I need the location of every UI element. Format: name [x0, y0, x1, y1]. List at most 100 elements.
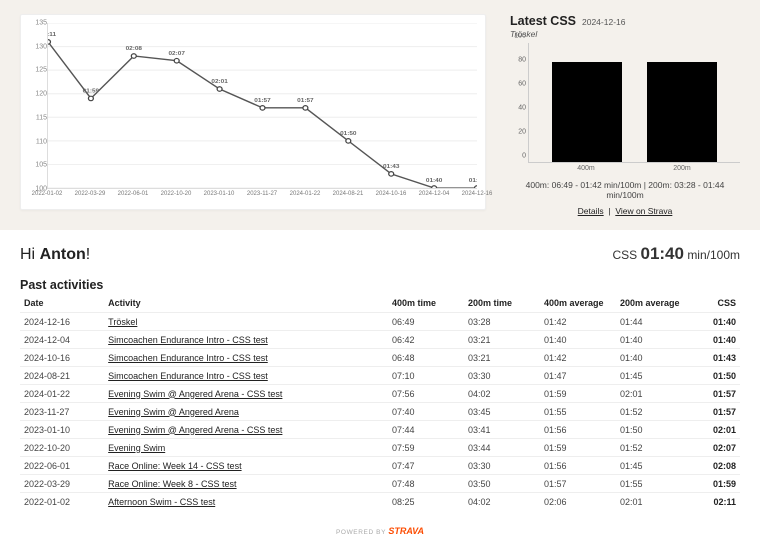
svg-text:02:01: 02:01 [211, 78, 228, 85]
cell-date: 2024-08-21 [20, 367, 104, 385]
cell-date: 2024-12-04 [20, 331, 104, 349]
cell-date: 2023-01-10 [20, 421, 104, 439]
cell-activity: Evening Swim @ Angered Arena [104, 403, 388, 421]
cell-css: 01:43 [692, 349, 740, 367]
past-activities-heading: Past activities [20, 278, 740, 292]
footer: POWERED BY STRAVA [0, 526, 760, 536]
cell-activity: Tröskel [104, 313, 388, 331]
barchart-ytick: 40 [518, 105, 526, 112]
main-content: Hi Anton! CSS 01:40 min/100m Past activi… [0, 230, 760, 518]
greeting-name: Anton [40, 246, 86, 263]
css-value: 01:40 [640, 244, 683, 263]
cell-css: 01:59 [692, 475, 740, 493]
cell-css: 01:57 [692, 385, 740, 403]
bar-label-400m: 400m [577, 165, 595, 172]
linechart-x-axis: 2022-01-022022-03-292022-06-012022-10-20… [47, 191, 477, 205]
latest-css-subtitle: Tröskel [510, 29, 740, 39]
activity-link[interactable]: Simcoachen Endurance Intro - CSS test [108, 371, 268, 381]
css-label-post: min/100m [687, 248, 740, 262]
barchart-plot [528, 43, 740, 163]
current-css: CSS 01:40 min/100m [612, 244, 740, 264]
svg-text:01:57: 01:57 [254, 97, 271, 104]
linechart-ytick: 110 [36, 138, 47, 145]
table-row: 2024-12-16Tröskel06:4903:2801:4201:4401:… [20, 313, 740, 331]
table-row: 2022-10-20Evening Swim07:5903:4401:5901:… [20, 439, 740, 457]
cell-400m-time: 06:48 [388, 349, 464, 367]
cell-200m-time: 03:41 [464, 421, 540, 439]
cell-200m-time: 03:30 [464, 367, 540, 385]
cell-400m-avg: 01:42 [540, 313, 616, 331]
table-row: 2024-08-21 Simcoachen Endurance Intro - C… [20, 367, 740, 385]
cell-200m-time: 03:45 [464, 403, 540, 421]
greeting: Hi Anton! [20, 246, 90, 264]
cell-css: 01:40 [692, 313, 740, 331]
barchart-ytick: 80 [518, 57, 526, 64]
table-header: 400m average [540, 294, 616, 313]
activity-link[interactable]: Simcoachen Endurance Intro - CSS test [108, 335, 268, 345]
cell-400m-avg: 01:59 [540, 385, 616, 403]
cell-200m-avg: 01:44 [616, 313, 692, 331]
activity-link[interactable]: Evening Swim @ Angered Arena [108, 407, 239, 417]
table-header: Activity [104, 294, 388, 313]
linechart-xtick: 2024-12-16 [462, 191, 493, 197]
barchart-ytick: 100 [514, 33, 526, 40]
activity-link[interactable]: Evening Swim [108, 443, 165, 453]
table-header: CSS [692, 294, 740, 313]
svg-text:01:59: 01:59 [83, 88, 100, 95]
table-header: 400m time [388, 294, 464, 313]
bar-label-200m: 200m [673, 165, 691, 172]
activity-link[interactable]: Simcoachen Endurance Intro - CSS test [108, 353, 268, 363]
linechart-y-axis: 100105110115120125130135 [27, 23, 47, 189]
cell-activity: Evening Swim @ Angered Arena - CSS test [104, 385, 388, 403]
barchart-ytick: 0 [522, 153, 526, 160]
table-row: 2024-12-04 Simcoachen Endurance Intro - C… [20, 331, 740, 349]
cell-400m-avg: 01:59 [540, 439, 616, 457]
greeting-hi: Hi [20, 246, 35, 263]
cell-date: 2022-03-29 [20, 475, 104, 493]
activity-link[interactable]: Evening Swim @ Angered Arena - CSS test [108, 389, 282, 399]
linechart-ytick: 135 [35, 20, 47, 27]
table-row: 2023-01-10 Evening Swim @ Angered Arena -… [20, 421, 740, 439]
cell-date: 2023-11-27 [20, 403, 104, 421]
linechart-xtick: 2024-12-04 [419, 191, 450, 197]
cell-400m-time: 07:59 [388, 439, 464, 457]
cell-400m-avg: 01:56 [540, 457, 616, 475]
details-link[interactable]: Details [578, 206, 604, 216]
cell-200m-time: 04:02 [464, 493, 540, 511]
linechart-ytick: 115 [36, 114, 47, 121]
cell-css: 01:40 [692, 331, 740, 349]
latest-css-heading: Latest CSS [510, 14, 576, 28]
cell-date: 2022-06-01 [20, 457, 104, 475]
cell-400m-time: 06:42 [388, 331, 464, 349]
table-row: 2023-11-27Evening Swim @ Angered Arena07… [20, 403, 740, 421]
latest-css-panel: Latest CSS 2024-12-16 Tröskel 0204060801… [510, 14, 740, 216]
cell-200m-time: 03:30 [464, 457, 540, 475]
activity-link[interactable]: Evening Swim @ Angered Arena - CSS test [108, 425, 282, 435]
activity-link[interactable]: Race Online: Week 8 - CSS test [108, 479, 236, 489]
cell-date: 2024-12-16 [20, 313, 104, 331]
strava-logo: STRAVA [388, 526, 424, 536]
cell-400m-time: 07:10 [388, 367, 464, 385]
latest-css-links: Details | View on Strava [510, 206, 740, 216]
activity-link[interactable]: Afternoon Swim - CSS test [108, 497, 215, 507]
table-row: 2024-10-16Simcoachen Endurance Intro - C… [20, 349, 740, 367]
cell-css: 02:01 [692, 421, 740, 439]
footer-text: POWERED BY [336, 529, 386, 536]
svg-text:02:08: 02:08 [126, 45, 143, 52]
latest-css-date: 2024-12-16 [582, 17, 625, 27]
barchart-ytick: 60 [518, 81, 526, 88]
cell-400m-avg: 01:57 [540, 475, 616, 493]
barchart-y-axis: 020406080100 [510, 43, 528, 163]
cell-activity: Race Online: Week 14 - CSS test [104, 457, 388, 475]
activities-table: DateActivity400m time200m time400m avera… [20, 294, 740, 510]
cell-200m-avg: 01:52 [616, 403, 692, 421]
activity-link[interactable]: Race Online: Week 14 - CSS test [108, 461, 241, 471]
cell-400m-avg: 01:40 [540, 331, 616, 349]
activity-link[interactable]: Tröskel [108, 317, 137, 327]
linechart-xtick: 2024-08-21 [333, 191, 364, 197]
cell-activity: Afternoon Swim - CSS test [104, 493, 388, 511]
cell-400m-time: 07:56 [388, 385, 464, 403]
cell-200m-avg: 01:50 [616, 421, 692, 439]
view-on-strava-link[interactable]: View on Strava [615, 206, 672, 216]
cell-200m-time: 03:44 [464, 439, 540, 457]
